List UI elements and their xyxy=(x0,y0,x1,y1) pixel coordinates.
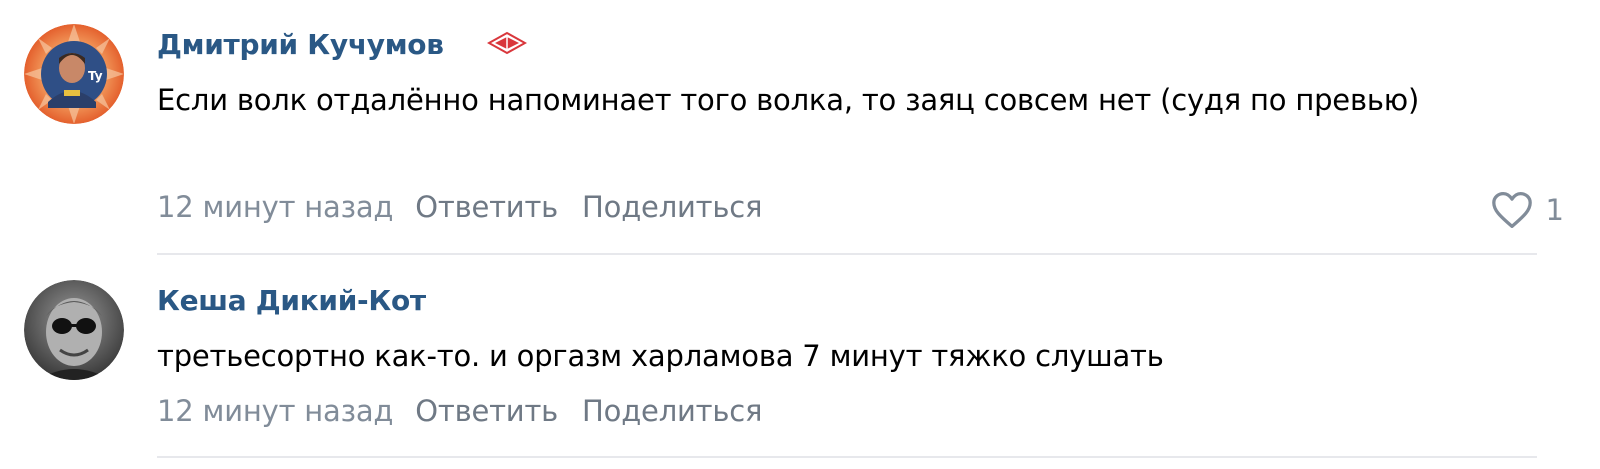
heart-outline-icon xyxy=(1491,192,1532,228)
divider xyxy=(157,253,1537,255)
comment-meta: 12 минут назад Ответить Поделиться xyxy=(157,394,762,428)
comment-author-link[interactable]: Кеша Дикий-Кот xyxy=(157,284,426,317)
like-count: 1 xyxy=(1545,193,1564,227)
comment-author-link[interactable]: Дмитрий Кучумов xyxy=(157,28,444,61)
user-avatar-icon xyxy=(24,280,124,380)
svg-text:Ty: Ty xyxy=(88,69,103,83)
avatar[interactable]: Ty xyxy=(24,24,124,124)
share-button[interactable]: Поделиться xyxy=(582,190,762,224)
comment-timestamp[interactable]: 12 минут назад xyxy=(157,394,393,428)
reply-button[interactable]: Ответить xyxy=(415,190,558,224)
comment: Ty Дмитрий Кучумов Если волк отдалённо н… xyxy=(0,0,1600,260)
comment: Кеша Дикий-Кот третьесортно как-то. и ор… xyxy=(0,260,1600,469)
like-button[interactable]: 1 xyxy=(1490,190,1564,230)
comment-text: Если волк отдалённо напоминает того волк… xyxy=(157,83,1420,117)
divider xyxy=(157,456,1537,458)
comment-meta: 12 минут назад Ответить Поделиться xyxy=(157,190,762,224)
user-avatar-icon: Ty xyxy=(24,24,124,124)
share-button[interactable]: Поделиться xyxy=(582,394,762,428)
spartak-logo-icon xyxy=(487,31,527,55)
comment-timestamp[interactable]: 12 минут назад xyxy=(157,190,393,224)
reply-button[interactable]: Ответить xyxy=(415,394,558,428)
comment-text: третьесортно как-то. и оргазм харламова … xyxy=(157,339,1164,373)
avatar[interactable] xyxy=(24,280,124,380)
